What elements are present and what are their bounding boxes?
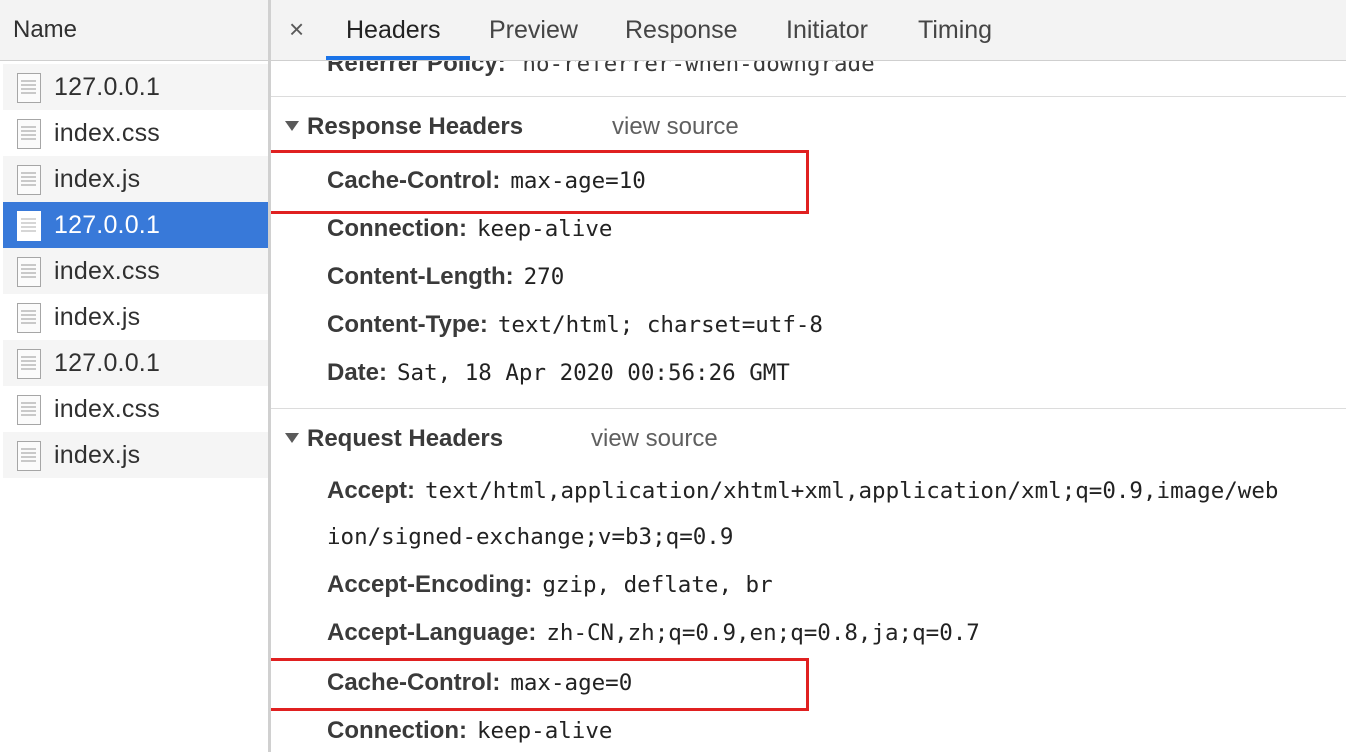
tab-headers[interactable]: Headers bbox=[346, 16, 441, 45]
request-name: index.css bbox=[54, 119, 161, 147]
expand-triangle-icon bbox=[285, 121, 299, 131]
section-divider bbox=[271, 96, 1346, 97]
active-tab-indicator bbox=[326, 56, 470, 60]
response-headers-toggle[interactable]: Response Headers bbox=[285, 112, 523, 142]
document-icon bbox=[17, 303, 41, 333]
header-key: Connection: bbox=[327, 215, 467, 242]
document-icon bbox=[17, 441, 41, 471]
header-key: Accept-Language: bbox=[327, 619, 537, 646]
document-icon bbox=[17, 165, 41, 195]
header-key: Accept: bbox=[327, 477, 416, 504]
request-name: index.js bbox=[54, 165, 141, 193]
request-row[interactable]: index.css bbox=[3, 110, 268, 156]
name-column-header[interactable]: Name bbox=[0, 0, 268, 61]
header-value: keep-alive bbox=[476, 718, 613, 744]
request-header-row: Accept: text/html,application/xhtml+xml,a… bbox=[327, 476, 1278, 506]
request-header-row: Accept-Language: zh-CN,zh;q=0.9,en;q=0.8,… bbox=[327, 618, 980, 648]
detail-tabbar: × Headers Preview Response Initiator Tim… bbox=[271, 0, 1346, 61]
document-icon bbox=[17, 349, 41, 379]
request-name: 127.0.0.1 bbox=[54, 349, 161, 377]
header-key: Content-Type: bbox=[327, 311, 488, 338]
response-headers-title: Response Headers bbox=[307, 113, 524, 140]
headers-content: Referrer Policy: no-referrer-when-downgr… bbox=[271, 61, 1346, 752]
request-name: index.css bbox=[54, 257, 161, 285]
response-view-source-link[interactable]: view source bbox=[612, 112, 739, 142]
request-header-row: Accept-Encoding: gzip, deflate, br bbox=[327, 570, 773, 600]
request-header-row: Connection: keep-alive bbox=[327, 716, 612, 746]
response-header-row: Content-Length: 270 bbox=[327, 262, 564, 292]
request-headers-toggle[interactable]: Request Headers bbox=[285, 424, 503, 454]
document-icon bbox=[17, 211, 41, 241]
header-value: keep-alive bbox=[476, 216, 613, 242]
request-row[interactable]: index.js bbox=[3, 156, 268, 202]
response-header-row: Connection: keep-alive bbox=[327, 214, 612, 244]
document-icon bbox=[17, 395, 41, 425]
expand-triangle-icon bbox=[285, 433, 299, 443]
header-key: Content-Length: bbox=[327, 263, 514, 290]
header-value: Sat, 18 Apr 2020 00:56:26 GMT bbox=[397, 360, 790, 386]
request-list: 127.0.0.1 index.css index.js 127.0.0.1 i… bbox=[3, 64, 268, 478]
request-name: 127.0.0.1 bbox=[54, 73, 161, 101]
request-name: 127.0.0.1 bbox=[54, 211, 161, 239]
header-key: Connection: bbox=[327, 717, 467, 744]
header-key: Referrer Policy: bbox=[327, 61, 506, 77]
request-row[interactable]: 127.0.0.1 bbox=[3, 340, 268, 386]
header-key: Accept-Encoding: bbox=[327, 571, 533, 598]
document-icon bbox=[17, 119, 41, 149]
document-icon bbox=[17, 73, 41, 103]
header-value: 270 bbox=[523, 264, 565, 290]
header-value: text/html; charset=utf-8 bbox=[497, 312, 823, 338]
header-value: no-referrer-when-downgrade bbox=[522, 61, 875, 77]
response-header-row: Date: Sat, 18 Apr 2020 00:56:26 GMT bbox=[327, 358, 790, 388]
request-row[interactable]: index.css bbox=[3, 248, 268, 294]
request-row[interactable]: index.js bbox=[3, 294, 268, 340]
header-value: zh-CN,zh;q=0.9,en;q=0.8,ja;q=0.7 bbox=[546, 620, 980, 646]
request-row-selected[interactable]: 127.0.0.1 bbox=[3, 202, 268, 248]
request-name: index.css bbox=[54, 395, 161, 423]
request-row[interactable]: index.css bbox=[3, 386, 268, 432]
tab-timing[interactable]: Timing bbox=[918, 16, 992, 45]
header-key: Date: bbox=[327, 359, 388, 386]
request-cache-control-highlight bbox=[271, 658, 809, 711]
header-value: gzip, deflate, br bbox=[542, 572, 773, 598]
tab-preview[interactable]: Preview bbox=[489, 16, 578, 45]
response-cache-control-highlight bbox=[271, 150, 809, 214]
close-icon[interactable]: × bbox=[289, 14, 304, 44]
request-headers-title: Request Headers bbox=[307, 425, 504, 452]
referrer-policy-row: Referrer Policy: no-referrer-when-downgr… bbox=[327, 61, 875, 79]
tab-initiator[interactable]: Initiator bbox=[786, 16, 868, 45]
header-value-continuation: ion/signed-exchange;v=b3;q=0.9 bbox=[327, 524, 734, 550]
response-header-row: Content-Type: text/html; charset=utf-8 bbox=[327, 310, 823, 340]
request-row[interactable]: index.js bbox=[3, 432, 268, 478]
name-column-label: Name bbox=[13, 16, 78, 43]
header-value: text/html,application/xhtml+xml,applicat… bbox=[425, 478, 1279, 504]
tab-response[interactable]: Response bbox=[625, 16, 738, 45]
request-header-row-continuation: ion/signed-exchange;v=b3;q=0.9 bbox=[327, 522, 733, 552]
request-name: index.js bbox=[54, 303, 141, 331]
request-view-source-link[interactable]: view source bbox=[591, 424, 718, 454]
request-list-panel: Name 127.0.0.1 index.css index.js 127.0.… bbox=[0, 0, 271, 752]
request-name: index.js bbox=[54, 441, 141, 469]
document-icon bbox=[17, 257, 41, 287]
request-row[interactable]: 127.0.0.1 bbox=[3, 64, 268, 110]
section-divider bbox=[271, 408, 1346, 409]
